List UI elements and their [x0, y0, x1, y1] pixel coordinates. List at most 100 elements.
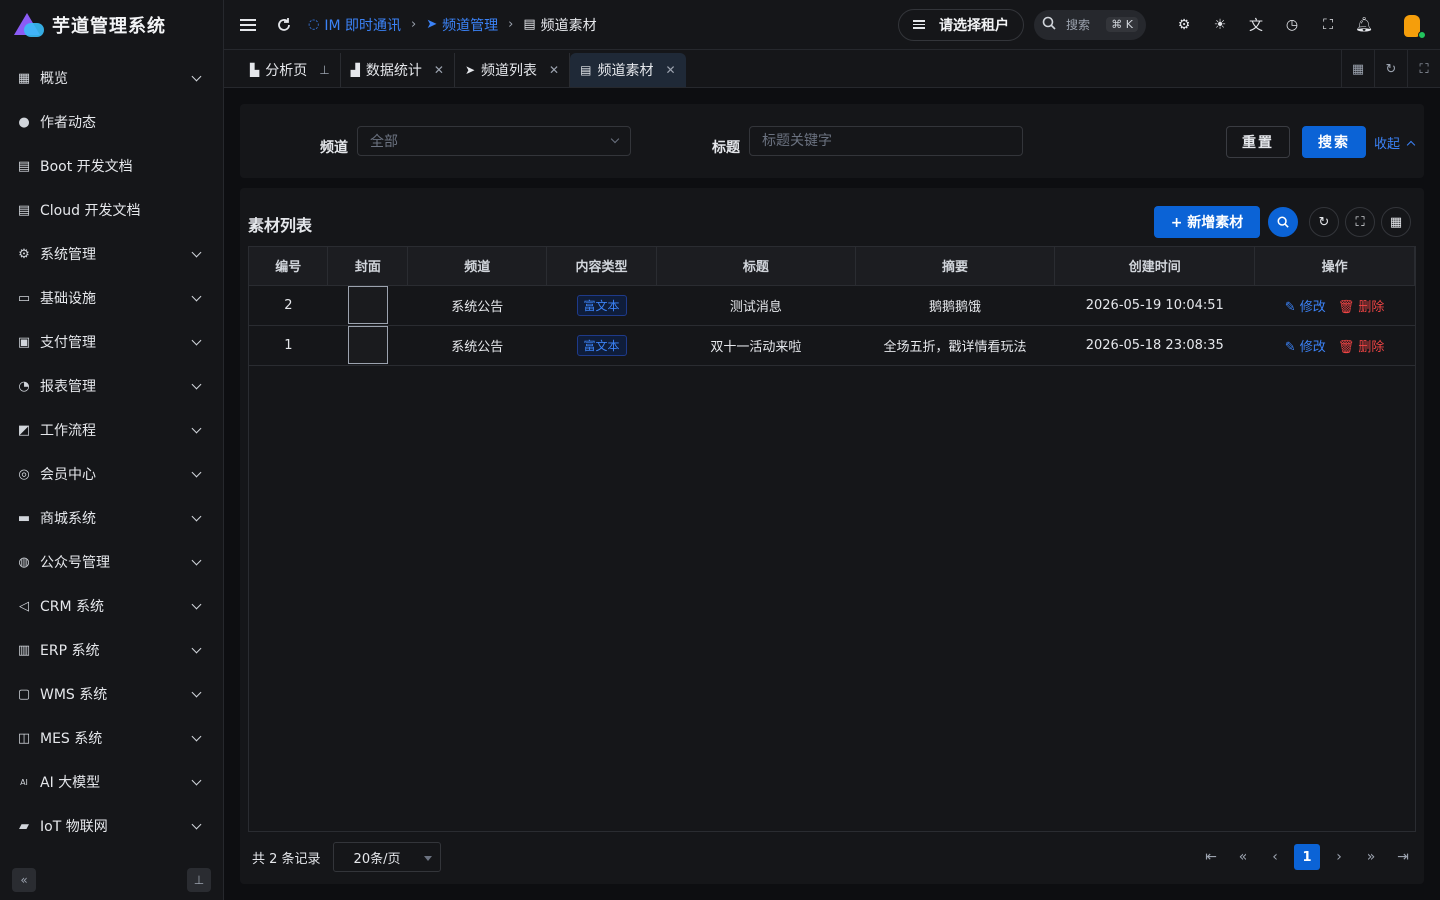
refresh-icon[interactable] [266, 7, 302, 43]
search-button[interactable]: 搜索 [1302, 126, 1366, 158]
delete-button[interactable]: 🗑︎ 删除 [1338, 340, 1385, 355]
channel-select[interactable]: 全部 [357, 126, 631, 156]
cell-title: 测试消息 [656, 285, 856, 326]
workflow-icon: ◩ [17, 422, 31, 438]
search-placeholder: 搜索 [1066, 18, 1091, 32]
reset-button[interactable]: 重置 [1226, 126, 1290, 158]
pagination: 共 2 条记录 20条/页 ⇤ « ‹ 1 › » ⇥ [248, 842, 1416, 872]
edit-button[interactable]: ✎ 修改 [1285, 340, 1326, 355]
sidebar: 芋道管理系统 ▦ 概览 ● 作者动态 ▤ Boot 开发文档 ▤ Cloud 开发文档 ⚙ 系统管… [0, 0, 224, 900]
sidebar-item[interactable]: ▢ WMS 系统 [0, 672, 223, 716]
page-number-current[interactable]: 1 [1294, 844, 1320, 870]
chevron-right-icon: › [508, 17, 514, 32]
settings-gear-icon[interactable]: ⚙ [1166, 7, 1202, 43]
edit-label: 修改 [1299, 339, 1326, 355]
chevron-down-icon [191, 423, 201, 435]
collapse-sidebar-icon[interactable]: « [12, 868, 36, 892]
theme-sun-icon[interactable]: ☀ [1202, 7, 1238, 43]
cell-summary: 全场五折，戳详情看玩法 [855, 325, 1055, 366]
close-icon[interactable]: ✕ [434, 63, 444, 77]
fullscreen-icon[interactable]: ⛶ [1310, 7, 1346, 43]
sidebar-item-label: 报表管理 [40, 379, 96, 395]
cell-created: 2026-05-19 10:04:51 [1054, 285, 1255, 326]
sidebar-item[interactable]: ● 作者动态 [0, 100, 223, 144]
area-chart-icon: ▟ [350, 63, 360, 77]
chevron-down-icon [191, 555, 201, 567]
column-settings-icon[interactable]: ▦ [1381, 207, 1411, 237]
sidebar-item[interactable]: ◁ CRM 系统 [0, 584, 223, 628]
sidebar-item[interactable]: ▬ 商城系统 [0, 496, 223, 540]
global-search[interactable]: 搜索 ⌘ K [1034, 9, 1146, 40]
table-row: 1 系统公告 富文本 双十一活动来啦 全场五折，戳详情看玩法 2026-05-18 23:… [249, 325, 1415, 366]
pin-icon[interactable]: ⊥ [319, 63, 329, 77]
sidebar-item[interactable]: ◩ 工作流程 [0, 408, 223, 452]
title-input[interactable] [749, 126, 1023, 156]
send-icon: ➤ [464, 63, 476, 77]
last-page-icon[interactable]: ⇥ [1390, 844, 1416, 870]
avatar[interactable] [1398, 11, 1426, 39]
breadcrumb: ◌ IM 即时通讯 › ➤ 频道管理 › ▤ 频道素材 [308, 15, 597, 35]
menu-toggle-icon[interactable] [230, 7, 266, 43]
tenant-selector[interactable]: 请选择租户 [898, 8, 1024, 41]
sidebar-item-label: IoT 物联网 [40, 819, 108, 835]
toggle-search-icon[interactable] [1268, 207, 1298, 237]
sidebar-item[interactable]: ◎ 会员中心 [0, 452, 223, 496]
tab-item[interactable]: ▟ 数据统计 ✕ [341, 53, 455, 87]
collapse-toggle[interactable]: 收起 [1374, 133, 1416, 152]
add-material-button[interactable]: + 新增素材 [1154, 206, 1260, 238]
bell-icon[interactable]: 🔔︎ [1346, 7, 1382, 43]
iot-icon: ▰ [19, 818, 29, 834]
warehouse-icon: ▢ [17, 686, 31, 702]
table-refresh-icon[interactable]: ↻ [1309, 207, 1339, 237]
next-5-pages-icon[interactable]: » [1358, 844, 1384, 870]
translate-icon[interactable]: 文 [1238, 7, 1274, 43]
doc-icon: ▤ [17, 158, 31, 174]
sidebar-item-label: AI 大模型 [40, 775, 101, 791]
tab-item[interactable]: ➤ 频道列表 ✕ [455, 53, 571, 87]
page-size-value: 20条/页 [353, 851, 401, 867]
sidebar-item[interactable]: ▭ 基础设施 [0, 276, 223, 320]
table-title: 素材列表 [248, 216, 313, 235]
edit-button[interactable]: ✎ 修改 [1285, 300, 1326, 315]
breadcrumb-item[interactable]: ➤ 频道管理 [426, 15, 498, 35]
sidebar-item[interactable]: ▰ IoT 物联网 [0, 804, 223, 848]
timezone-icon[interactable]: ◷ [1274, 7, 1310, 43]
sidebar-item[interactable]: ◔ 报表管理 [0, 364, 223, 408]
search-shortcut: ⌘ K [1106, 17, 1138, 32]
delete-button[interactable]: 🗑︎ 删除 [1338, 300, 1385, 315]
table-body: 2 系统公告 富文本 测试消息 鹅鹅鹅饿 2026-05-19 10:04:51 ✎ 修改 🗑… [249, 285, 1415, 366]
first-page-icon[interactable]: ⇤ [1198, 844, 1224, 870]
page-size-select[interactable]: 20条/页 [332, 842, 441, 872]
monitor-icon: ▭ [17, 290, 31, 306]
chevron-down-icon [191, 687, 201, 699]
chevron-down-icon [191, 643, 201, 655]
sidebar-item[interactable]: ▣ 支付管理 [0, 320, 223, 364]
sidebar-item[interactable]: AI AI 大模型 [0, 760, 223, 804]
pin-sidebar-icon[interactable]: ⊥ [187, 868, 211, 892]
tab-grid-icon[interactable]: ▦ [1341, 50, 1374, 88]
next-page-icon[interactable]: › [1326, 844, 1352, 870]
tab-refresh-icon[interactable]: ↻ [1374, 50, 1407, 88]
tab-item[interactable]: ▤ 频道素材 ✕ [570, 53, 686, 87]
sidebar-item[interactable]: ◫ MES 系统 [0, 716, 223, 760]
chevron-down-icon [610, 134, 620, 144]
sidebar-item[interactable]: ▥ ERP 系统 [0, 628, 223, 672]
sidebar-item[interactable]: ⚙ 系统管理 [0, 232, 223, 276]
close-icon[interactable]: ✕ [665, 63, 675, 77]
table-fullscreen-icon[interactable]: ⛶ [1345, 207, 1375, 237]
sidebar-item[interactable]: ▤ Boot 开发文档 [0, 144, 223, 188]
prev-page-icon[interactable]: ‹ [1262, 844, 1288, 870]
header-tools: 请选择租户 搜索 ⌘ K ⚙ ☀ 文 ◷ ⛶ 🔔︎ [898, 7, 1440, 43]
sidebar-item[interactable]: ▤ Cloud 开发文档 [0, 188, 223, 232]
sidebar-item[interactable]: ▦ 概览 [0, 56, 223, 100]
sidebar-footer: « ⊥ [12, 868, 211, 892]
tab-maximize-icon[interactable]: ⛶ [1407, 50, 1440, 88]
breadcrumb-item[interactable]: ◌ IM 即时通讯 [308, 15, 401, 35]
prev-5-pages-icon[interactable]: « [1230, 844, 1256, 870]
doc-icon: ▤ [523, 17, 536, 32]
close-icon[interactable]: ✕ [549, 63, 559, 77]
gear-icon: ⚙ [18, 246, 30, 262]
sidebar-item[interactable]: ◍ 公众号管理 [0, 540, 223, 584]
chevron-right-icon: › [411, 17, 417, 32]
tab-item[interactable]: ▙ 分析页 ⊥ [240, 53, 341, 87]
